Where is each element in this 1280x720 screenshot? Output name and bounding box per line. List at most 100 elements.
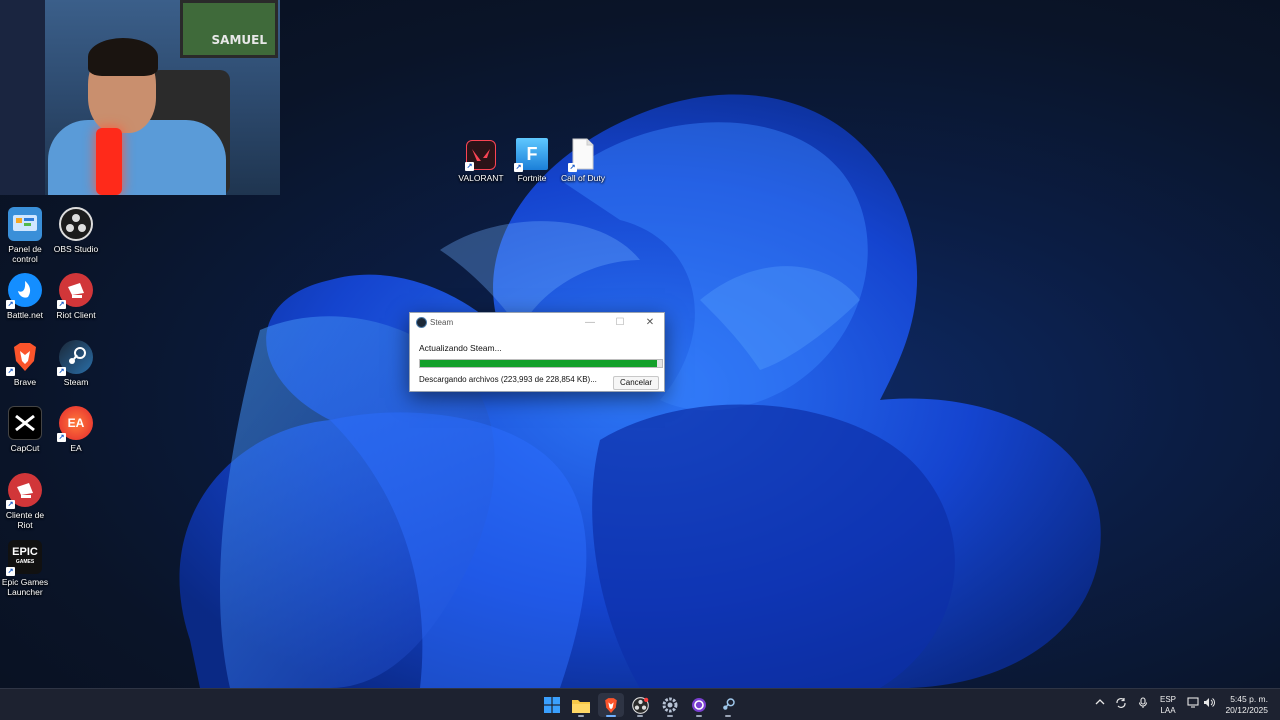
desktop-icon-fortnite[interactable]: F ↗ Fortnite bbox=[506, 138, 558, 183]
steam-update-dialog: Steam — ☐ ✕ Actualizando Steam... Descar… bbox=[409, 312, 665, 392]
start-button[interactable] bbox=[539, 693, 565, 717]
desktop-icon-label: VALORANT bbox=[458, 173, 504, 183]
keyboard-layout: LAA bbox=[1160, 706, 1176, 715]
taskbar-obs[interactable] bbox=[627, 693, 653, 717]
shortcut-arrow-icon: ↗ bbox=[514, 163, 523, 172]
dialog-titlebar[interactable]: Steam — ☐ ✕ bbox=[410, 313, 664, 333]
desktop-icon-call-of-duty[interactable]: ↗ Call of Duty bbox=[557, 138, 609, 183]
running-indicator bbox=[667, 715, 673, 717]
taskbar-settings[interactable] bbox=[657, 693, 683, 717]
taskbar-file-explorer[interactable] bbox=[568, 693, 594, 717]
desktop-icon-capcut[interactable]: CapCut bbox=[0, 406, 51, 453]
clock-date: 20/12/2025 bbox=[1225, 705, 1268, 715]
webcam-poster: SAMUEL bbox=[180, 0, 278, 58]
steam-icon: ↗ bbox=[57, 340, 93, 376]
webcam-microphone bbox=[96, 128, 122, 195]
desktop-icon-label: Fortnite bbox=[517, 173, 547, 183]
desktop-icon-label: Call of Duty bbox=[561, 173, 605, 183]
shortcut-arrow-icon: ↗ bbox=[568, 163, 577, 172]
desktop-icon-label: OBS Studio bbox=[53, 244, 99, 254]
tray-sync[interactable] bbox=[1115, 697, 1127, 712]
desktop-icon-ea[interactable]: EA ↗ EA bbox=[50, 406, 102, 453]
cancel-button[interactable]: Cancelar bbox=[613, 376, 659, 390]
desktop-icon-obs-studio[interactable]: OBS Studio bbox=[50, 207, 102, 254]
close-button[interactable]: ✕ bbox=[638, 315, 662, 331]
desktop-icon-valorant[interactable]: ↗ VALORANT bbox=[455, 140, 507, 183]
steam-icon bbox=[416, 317, 427, 328]
riot-icon: ↗ bbox=[57, 273, 93, 309]
language-code: ESP bbox=[1160, 695, 1177, 704]
network-icon bbox=[1187, 697, 1199, 708]
dialog-title: Steam bbox=[430, 318, 454, 327]
progress-fill bbox=[420, 360, 658, 367]
language-indicator[interactable]: ESP LAA bbox=[1160, 694, 1176, 716]
windows-start-icon bbox=[544, 697, 560, 713]
valorant-icon: ↗ bbox=[465, 140, 496, 171]
running-indicator bbox=[637, 715, 643, 717]
desktop-icon-label: Battle.net bbox=[7, 310, 43, 320]
desktop-icon-label: Cliente de Riot bbox=[5, 510, 45, 530]
tray-microphone[interactable] bbox=[1138, 697, 1148, 712]
steam-icon bbox=[723, 698, 735, 710]
desktop-icon-label: Steam bbox=[63, 377, 89, 387]
brave-icon bbox=[605, 697, 617, 713]
desktop-icon-label: Epic Games Launcher bbox=[1, 577, 49, 597]
obs-icon bbox=[59, 207, 93, 241]
fortnite-icon: F ↗ bbox=[514, 138, 548, 172]
download-status: Descargando archivos (223,993 de 228,854… bbox=[419, 375, 597, 384]
shortcut-arrow-icon: ↗ bbox=[6, 567, 15, 576]
webcam-overlay: SAMUEL bbox=[0, 0, 280, 195]
circle-app-icon bbox=[692, 698, 706, 712]
desktop-icon-battle-net[interactable]: ↗ Battle.net bbox=[0, 273, 51, 320]
tray-network[interactable] bbox=[1187, 697, 1199, 711]
taskbar: ESP LAA 5:45 p. m. 20/12/2025 bbox=[0, 688, 1280, 720]
desktop-icon-cliente-de-riot[interactable]: ↗ Cliente de Riot bbox=[0, 473, 51, 530]
taskbar-circle-app[interactable] bbox=[686, 693, 712, 717]
shortcut-arrow-icon: ↗ bbox=[57, 367, 66, 376]
system-clock[interactable]: 5:45 p. m. 20/12/2025 bbox=[1225, 694, 1268, 716]
desktop-icon-panel-de-control[interactable]: Panel de control bbox=[0, 207, 51, 264]
file-icon: ↗ bbox=[568, 138, 596, 172]
desktop-icon-brave[interactable]: ↗ Brave bbox=[0, 340, 51, 387]
desktop-icon-riot-client[interactable]: ↗ Riot Client bbox=[50, 273, 102, 320]
minimize-button[interactable]: — bbox=[578, 315, 602, 331]
battlenet-icon: ↗ bbox=[6, 273, 42, 309]
obs-icon bbox=[631, 696, 649, 714]
poster-text: SAMUEL bbox=[211, 33, 267, 47]
desktop-icon-steam[interactable]: ↗ Steam bbox=[50, 340, 102, 387]
running-indicator bbox=[696, 715, 702, 717]
maximize-button[interactable]: ☐ bbox=[608, 315, 632, 331]
taskbar-steam[interactable] bbox=[715, 693, 741, 717]
update-message: Actualizando Steam... bbox=[419, 343, 502, 353]
taskbar-brave[interactable] bbox=[598, 693, 624, 717]
running-indicator bbox=[578, 715, 584, 717]
volume-icon bbox=[1204, 698, 1215, 707]
desktop-icon-label: Panel de control bbox=[8, 244, 42, 264]
shortcut-arrow-icon: ↗ bbox=[6, 300, 15, 309]
shortcut-arrow-icon: ↗ bbox=[57, 300, 66, 309]
desktop-icon-label: Riot Client bbox=[56, 310, 96, 320]
ea-icon: EA ↗ bbox=[57, 406, 93, 442]
sync-icon bbox=[1116, 698, 1126, 708]
running-indicator bbox=[725, 715, 731, 717]
file-explorer-icon bbox=[572, 699, 590, 713]
desktop-icon-label: CapCut bbox=[10, 443, 40, 453]
shortcut-arrow-icon: ↗ bbox=[57, 433, 66, 442]
clock-time: 5:45 p. m. bbox=[1230, 694, 1268, 704]
capcut-icon bbox=[8, 406, 42, 440]
shortcut-arrow-icon: ↗ bbox=[465, 162, 474, 171]
control-panel-icon bbox=[8, 207, 42, 241]
download-progress-bar bbox=[419, 359, 663, 368]
tray-volume[interactable] bbox=[1203, 697, 1215, 711]
riot-icon: ↗ bbox=[6, 473, 42, 509]
running-indicator bbox=[606, 715, 616, 717]
microphone-icon bbox=[1138, 697, 1148, 708]
desktop-icon-label: Brave bbox=[13, 377, 37, 387]
epic-icon: EPIC GAMES ↗ bbox=[6, 540, 42, 576]
brave-icon: ↗ bbox=[6, 340, 42, 376]
show-hidden-icons-button[interactable] bbox=[1095, 697, 1105, 710]
webcam-person-hair bbox=[88, 38, 158, 76]
desktop: SAMUEL Panel de control OBS Studio ↗ Bat… bbox=[0, 0, 1280, 688]
desktop-icon-epic-games[interactable]: EPIC GAMES ↗ Epic Games Launcher bbox=[0, 540, 51, 597]
webcam-background bbox=[0, 0, 45, 195]
